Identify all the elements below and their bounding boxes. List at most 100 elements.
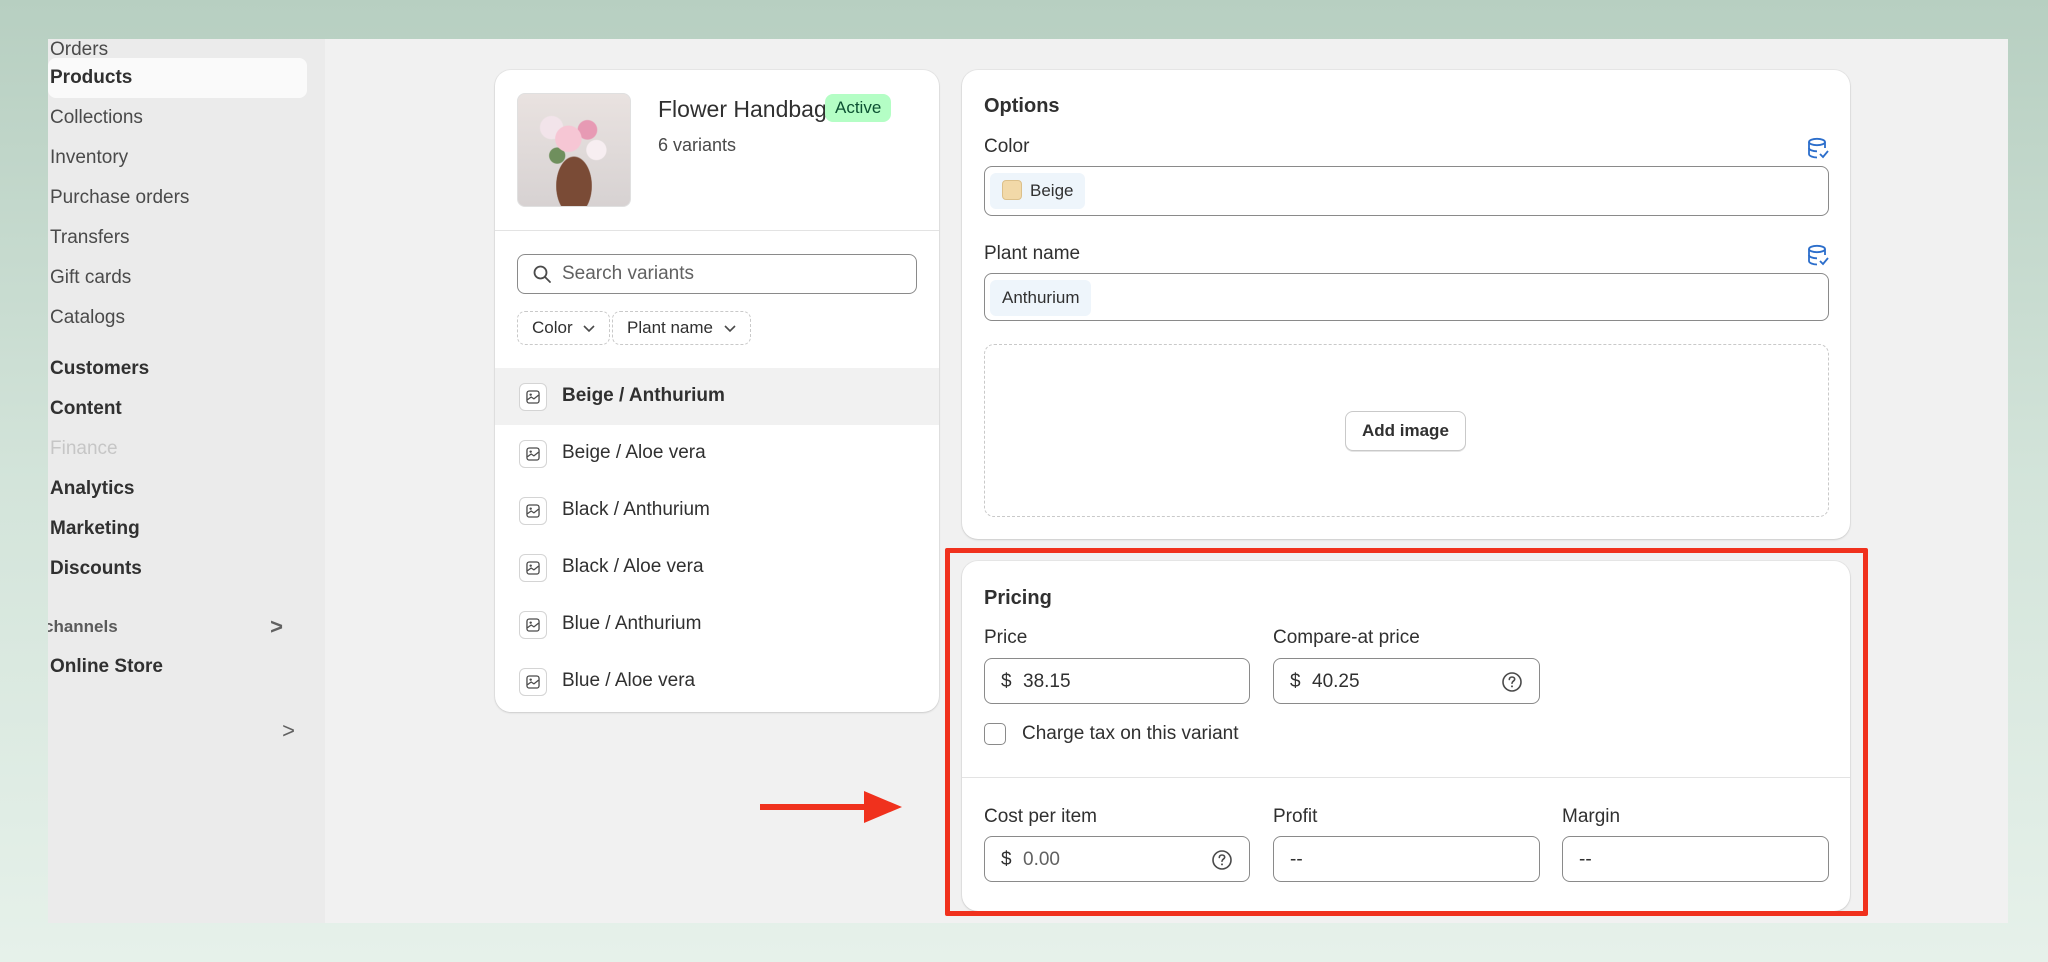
- help-circle-icon[interactable]: [1211, 849, 1233, 871]
- sidebar-item-label: Finance: [50, 438, 118, 459]
- options-card: Options Color Beige Plant name Anthurium…: [962, 70, 1850, 539]
- pricing-title: Pricing: [984, 587, 1052, 609]
- sidebar-item-inventory[interactable]: Inventory: [48, 138, 307, 178]
- image-icon: [519, 383, 547, 411]
- price-label: Price: [984, 627, 1028, 648]
- sidebar-item-discounts[interactable]: Discounts: [48, 549, 307, 589]
- search-input[interactable]: [562, 255, 902, 293]
- sidebar-section-apps[interactable]: >: [48, 711, 307, 751]
- sidebar-item-label: Inventory: [50, 147, 129, 168]
- variant-row[interactable]: Beige / Aloe vera: [495, 425, 939, 482]
- options-title: Options: [984, 95, 1060, 117]
- variants-card: Flower Handbag Active 6 variants Color P…: [495, 70, 939, 712]
- variant-label: Beige / Aloe vera: [562, 442, 706, 463]
- image-icon: [519, 668, 547, 696]
- sidebar-item-analytics[interactable]: Analytics: [48, 469, 307, 509]
- image-icon: [519, 611, 547, 639]
- variant-row[interactable]: Blue / Aloe vera: [495, 653, 939, 710]
- sidebar-item-label: Transfers: [50, 227, 130, 248]
- search-variants-field[interactable]: [517, 254, 917, 294]
- sidebar-item-label: Content: [50, 398, 122, 419]
- sidebar-item-label: Discounts: [50, 558, 142, 579]
- help-circle-icon[interactable]: [1501, 671, 1523, 693]
- variant-label: Beige / Anthurium: [562, 385, 725, 406]
- sidebar-item-label: Online Store: [50, 656, 163, 677]
- filter-plant-name[interactable]: Plant name: [612, 311, 751, 345]
- image-icon: [519, 440, 547, 468]
- media-dropzone[interactable]: Add image: [984, 344, 1829, 517]
- sidebar-section-channels[interactable]: channels >: [48, 607, 301, 647]
- variant-row[interactable]: Beige / Anthurium: [495, 368, 939, 425]
- filter-label: Plant name: [627, 318, 713, 337]
- sidebar-item-marketing[interactable]: Marketing: [48, 509, 307, 549]
- sidebar-item-purchase-orders[interactable]: Purchase orders: [48, 178, 307, 218]
- search-icon: [533, 265, 551, 283]
- chevron-down-icon: [583, 325, 595, 333]
- variant-row[interactable]: Blue / Anthurium: [495, 596, 939, 653]
- cost-per-item-value: 0.00: [1023, 849, 1060, 870]
- sidebar-item-gift-cards[interactable]: Gift cards: [48, 258, 307, 298]
- sidebar-item-finance[interactable]: Finance: [48, 429, 307, 469]
- image-icon: [519, 554, 547, 582]
- sidebar-item-label: Catalogs: [50, 307, 125, 328]
- product-title[interactable]: Flower Handbag: [658, 96, 827, 123]
- product-thumbnail[interactable]: [517, 93, 631, 207]
- sidebar-item-products[interactable]: Products: [48, 58, 307, 98]
- sidebar-section-label: channels: [48, 617, 118, 636]
- cost-per-item-input[interactable]: $ 0.00: [984, 836, 1250, 882]
- chevron-right-icon: >: [270, 614, 283, 639]
- color-label: Color: [984, 136, 1030, 157]
- sidebar-item-label: Customers: [50, 358, 150, 379]
- color-swatch: [1002, 180, 1022, 200]
- variant-row[interactable]: Black / Aloe vera: [495, 539, 939, 596]
- sidebar-item-content[interactable]: Content: [48, 389, 307, 429]
- color-values-field[interactable]: Beige: [984, 166, 1829, 216]
- price-input[interactable]: $ 38.15: [984, 658, 1250, 704]
- chevron-down-icon: [724, 325, 736, 333]
- color-tag[interactable]: Beige: [990, 173, 1086, 209]
- sidebar-item-transfers[interactable]: Transfers: [48, 218, 307, 258]
- compare-at-price-label: Compare-at price: [1273, 627, 1420, 648]
- image-icon: [519, 497, 547, 525]
- sidebar-item-label: Gift cards: [50, 267, 132, 288]
- add-image-button[interactable]: Add image: [1345, 411, 1466, 451]
- divider: [962, 777, 1850, 778]
- variant-label: Blue / Anthurium: [562, 613, 702, 634]
- arrow-right-icon: [760, 791, 902, 823]
- variant-label: Blue / Aloe vera: [562, 670, 696, 691]
- cost-per-item-label: Cost per item: [984, 806, 1097, 827]
- plant-name-label: Plant name: [984, 243, 1081, 264]
- sidebar-item-customers[interactable]: Customers: [48, 349, 307, 389]
- charge-tax-checkbox[interactable]: [984, 723, 1006, 745]
- sidebar-item-online-store[interactable]: Online Store: [48, 647, 307, 687]
- sidebar-item-collections[interactable]: Collections: [48, 98, 307, 138]
- plant-name-values-field[interactable]: Anthurium: [984, 273, 1829, 321]
- pricing-card: Pricing Price $ 38.15 Compare-at price $…: [962, 561, 1850, 911]
- app-frame: Orders Products Collections Inventory Pu…: [48, 39, 2008, 923]
- divider: [495, 230, 939, 231]
- compare-at-price-input[interactable]: $ 40.25: [1273, 658, 1540, 704]
- variant-label: Black / Aloe vera: [562, 556, 704, 577]
- margin-value: --: [1579, 849, 1592, 870]
- sidebar: Orders Products Collections Inventory Pu…: [48, 39, 325, 923]
- database-icon[interactable]: [1807, 137, 1829, 161]
- variant-label: Black / Anthurium: [562, 499, 710, 520]
- color-tag-label: Beige: [1030, 181, 1074, 200]
- sidebar-item-label: Collections: [50, 107, 143, 128]
- margin-field: --: [1562, 836, 1829, 882]
- currency-prefix: $: [1001, 849, 1012, 870]
- database-icon[interactable]: [1807, 244, 1829, 268]
- currency-prefix: $: [1001, 671, 1012, 692]
- variants-count: 6 variants: [658, 135, 737, 155]
- sidebar-item-label: Orders: [50, 39, 109, 60]
- sidebar-item-catalogs[interactable]: Catalogs: [48, 298, 307, 338]
- sidebar-item-label: Marketing: [50, 518, 140, 539]
- plant-name-tag[interactable]: Anthurium: [990, 280, 1092, 316]
- filter-label: Color: [532, 318, 573, 337]
- filter-color[interactable]: Color: [517, 311, 611, 345]
- sidebar-item-label: Purchase orders: [50, 187, 190, 208]
- variant-row[interactable]: Black / Anthurium: [495, 482, 939, 539]
- status-badge: Active: [825, 94, 892, 122]
- profit-value: --: [1290, 849, 1303, 870]
- charge-tax-label[interactable]: Charge tax on this variant: [1022, 723, 1239, 745]
